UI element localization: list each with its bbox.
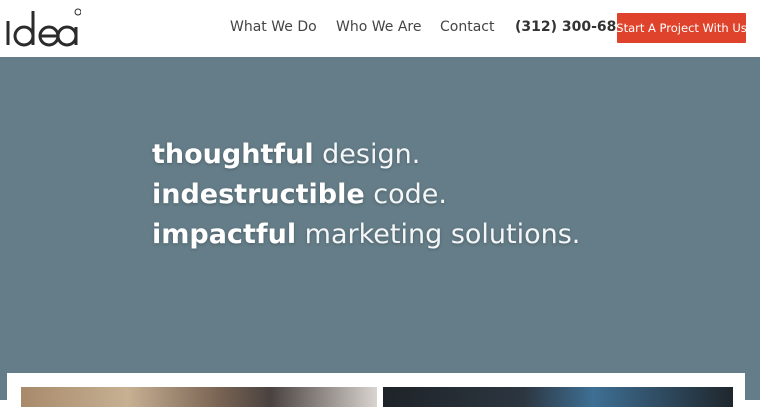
nav-who-we-are[interactable]: Who We Are (336, 19, 421, 35)
nav-what-we-do[interactable]: What We Do (230, 19, 317, 35)
start-project-button[interactable]: Start A Project With Us (616, 13, 747, 43)
portfolio-card-image-right[interactable] (383, 387, 733, 407)
hero-banner: thoughtful design. indestructible code. … (0, 57, 760, 407)
idea-logo[interactable] (5, 7, 82, 49)
tagline-line-3: impactful marketing solutions. (152, 215, 580, 255)
hero-tagline: thoughtful design. indestructible code. … (152, 135, 580, 255)
tagline-strong-word: indestructible (152, 179, 365, 210)
site-header: What We Do Who We Are Contact (312) 300-… (0, 0, 760, 57)
portfolio-card-image-left[interactable] (21, 387, 377, 407)
tagline-rest: marketing solutions. (296, 219, 581, 250)
nav-contact[interactable]: Contact (440, 19, 494, 35)
tagline-line-1: thoughtful design. (152, 135, 580, 175)
tagline-strong-word: impactful (152, 219, 297, 250)
idea-logo-mark (6, 8, 82, 47)
tagline-line-2: indestructible code. (152, 175, 580, 215)
portfolio-cards-panel (7, 373, 745, 407)
tagline-rest: design. (313, 139, 421, 170)
tagline-strong-word: thoughtful (152, 139, 314, 170)
tagline-rest: code. (364, 179, 447, 210)
